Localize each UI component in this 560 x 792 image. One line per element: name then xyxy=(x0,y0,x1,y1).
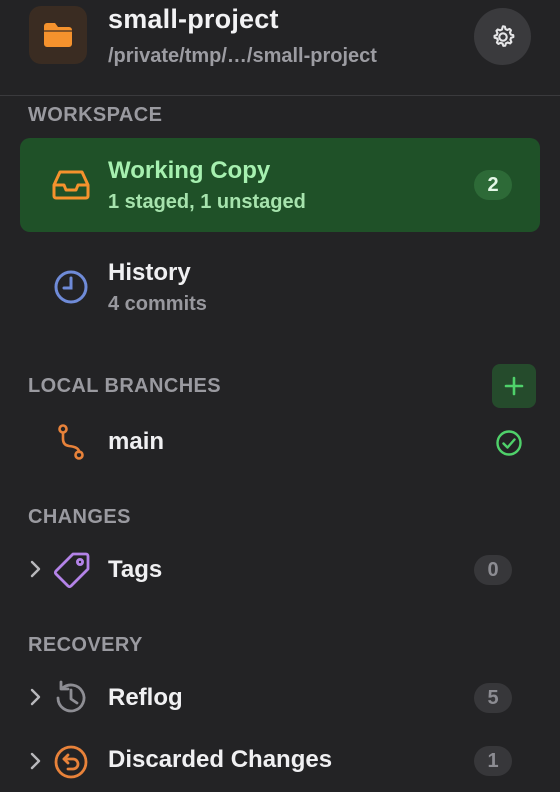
sidebar-item-reflog[interactable]: Reflog 5 xyxy=(20,668,540,728)
sidebar-item-discarded-changes[interactable]: Discarded Changes 1 xyxy=(20,732,540,792)
chevron-right-icon[interactable] xyxy=(28,558,42,580)
sidebar-item-branch-main[interactable]: main xyxy=(20,412,540,472)
clock-icon xyxy=(52,268,90,306)
inbox-icon xyxy=(50,168,92,202)
chevron-right-icon[interactable] xyxy=(28,750,42,772)
sidebar-item-subtitle: 4 commits xyxy=(108,293,207,315)
sidebar-item-label: Reflog xyxy=(108,684,183,711)
gear-icon xyxy=(492,24,514,47)
count-badge: 1 xyxy=(474,746,512,776)
workspace-section-label: WORKSPACE xyxy=(28,104,163,126)
project-path: /private/tmp/…/small-project xyxy=(108,45,377,67)
sidebar-item-label: Working Copy xyxy=(108,157,271,184)
branch-icon xyxy=(54,422,88,462)
project-title: small-project xyxy=(108,4,279,34)
sidebar-item-label: Discarded Changes xyxy=(108,746,333,773)
branch-name: main xyxy=(108,428,165,455)
count-badge: 5 xyxy=(474,683,512,713)
add-branch-button[interactable] xyxy=(492,364,536,408)
undo-circle-icon xyxy=(52,743,90,781)
sidebar-item-working-copy[interactable]: Working Copy 1 staged, 1 unstaged 2 xyxy=(20,138,540,232)
folder-icon[interactable] xyxy=(29,6,87,64)
recovery-section-label: RECOVERY xyxy=(28,634,143,656)
count-badge: 2 xyxy=(474,170,512,200)
tag-icon xyxy=(51,550,93,590)
sidebar-item-subtitle: 1 staged, 1 unstaged xyxy=(108,191,306,213)
sidebar-item-label: History xyxy=(108,259,191,286)
sidebar-item-history[interactable]: History 4 commits xyxy=(20,246,540,332)
history-icon xyxy=(51,678,91,718)
count-badge: 0 xyxy=(474,555,512,585)
changes-section-label: CHANGES xyxy=(28,506,131,528)
settings-button[interactable] xyxy=(474,8,531,65)
sidebar-item-label: Tags xyxy=(108,556,163,583)
chevron-right-icon[interactable] xyxy=(28,686,42,708)
sidebar-item-tags[interactable]: Tags 0 xyxy=(20,540,540,600)
plus-icon xyxy=(504,376,524,396)
sidebar-header: small-project /private/tmp/…/small-proje… xyxy=(0,0,560,96)
check-circle-icon xyxy=(494,428,524,458)
local-branches-section-label: LOCAL BRANCHES xyxy=(28,375,222,397)
